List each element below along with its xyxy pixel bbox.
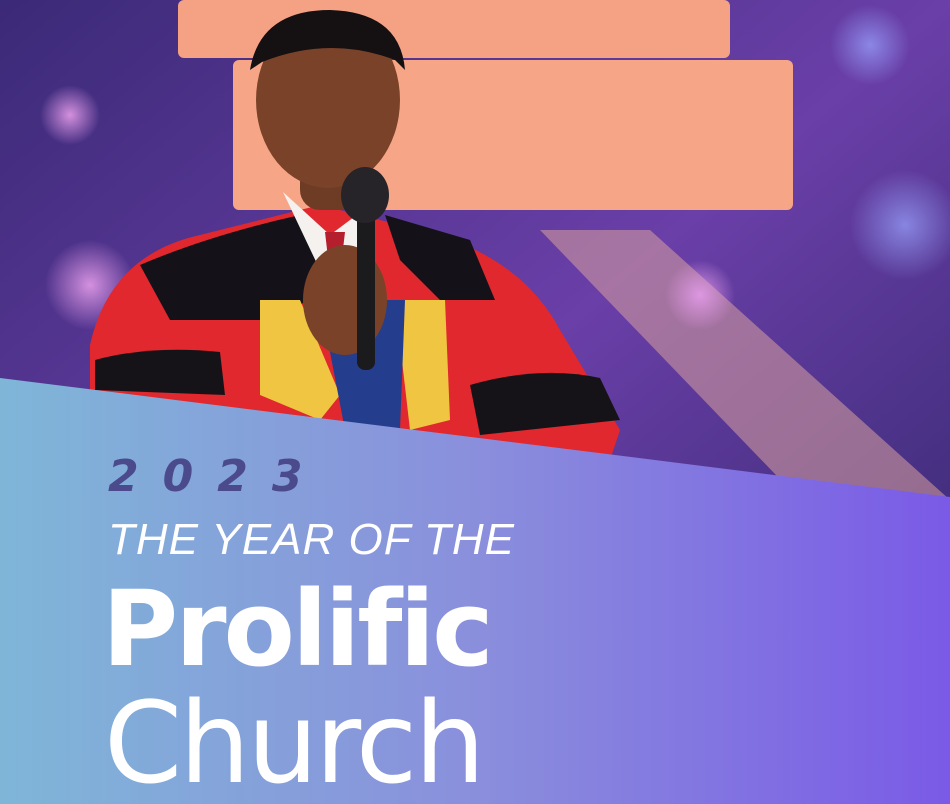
banner-image: 2023 THE YEAR OF THE Prolific Church xyxy=(0,0,950,804)
stage-photo xyxy=(0,0,950,804)
